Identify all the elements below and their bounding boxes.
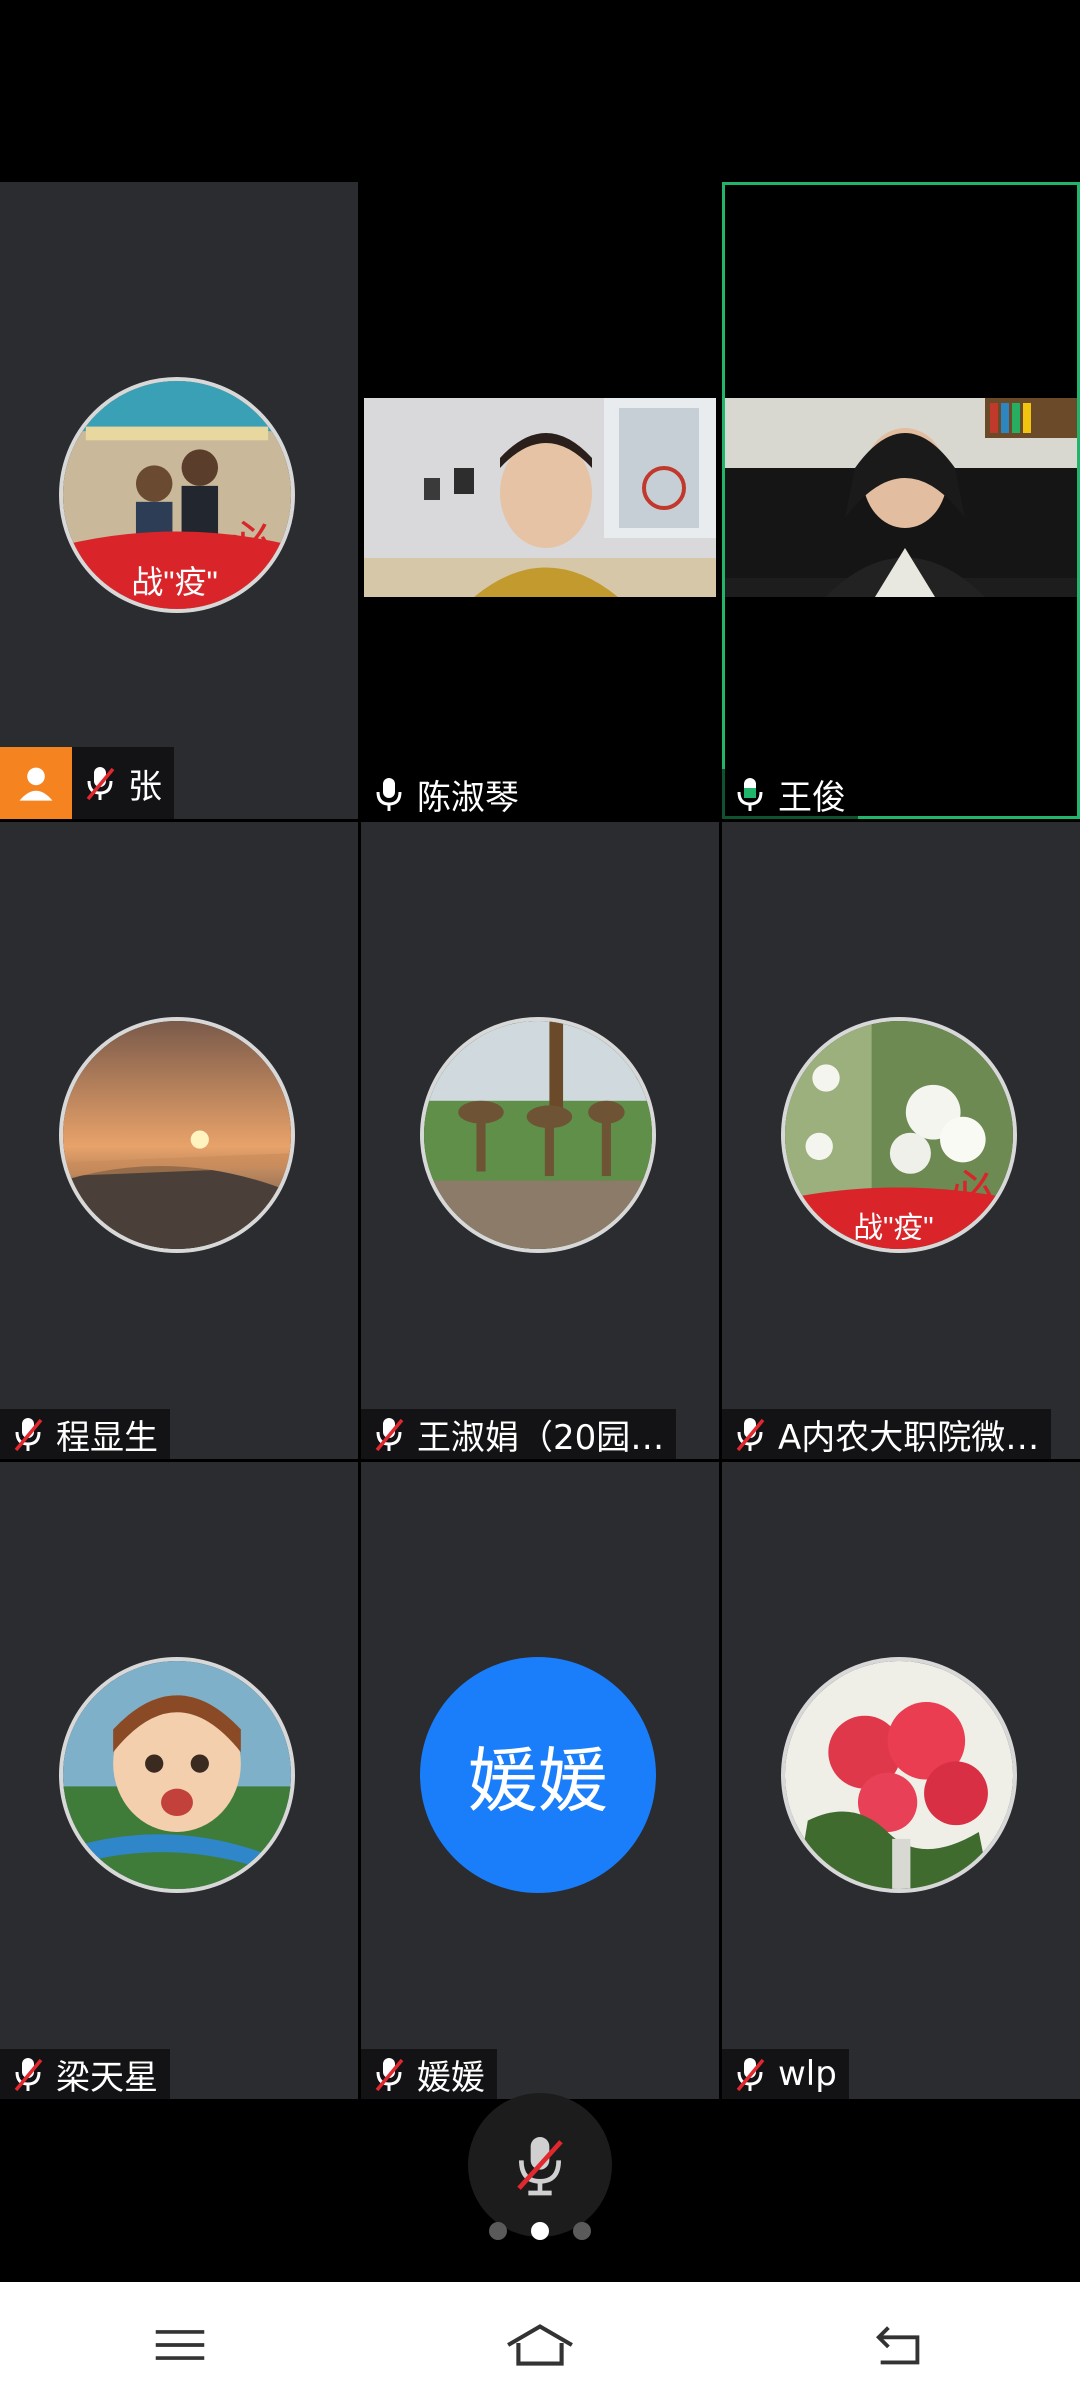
participant-avatar [59, 1017, 295, 1253]
back-button[interactable] [855, 2315, 945, 2375]
participant-name: 张 [128, 766, 162, 807]
participant-name: 陈淑琴 [417, 777, 519, 818]
participant-name-bar: 程显生 [0, 1409, 170, 1459]
page-dot[interactable] [489, 2222, 507, 2240]
participant-tile[interactable]: 陈淑琴 [361, 182, 719, 819]
participant-name: 媛媛 [417, 2057, 485, 2098]
participant-tile[interactable]: 梁天星 [0, 1462, 358, 2099]
svg-text:战"疫": 战"疫" [131, 564, 217, 600]
page-indicator [0, 2222, 1080, 2240]
participant-avatar: 战"疫" 必 [781, 1017, 1017, 1253]
mic-icon [376, 778, 402, 811]
mic-muted-icon [14, 2058, 43, 2092]
mic-muted-icon [86, 767, 115, 801]
participant-name-bar: wlp [722, 2049, 849, 2099]
participant-tile-active-speaker[interactable]: 王俊 [722, 182, 1080, 819]
participant-tile[interactable]: 王淑娟（20园… [361, 822, 719, 1459]
menu-button[interactable] [135, 2315, 225, 2375]
participant-tile[interactable]: 战"疫" 必 A内农大职院微… [722, 822, 1080, 1459]
mic-muted-icon [517, 2137, 563, 2196]
participant-grid: 战"疫" 必 张 陈淑琴 王俊 程显生 王淑娟（20园… 战"疫" 必 A内农大… [0, 0, 1080, 2100]
participant-tile[interactable]: 媛媛 媛媛 [361, 1462, 719, 2099]
back-icon [875, 2326, 920, 2365]
home-icon [507, 2324, 573, 2366]
participant-name-bar: 梁天星 [0, 2049, 170, 2099]
participant-name-bar: 张 [72, 747, 174, 819]
participant-name-bar: A内农大职院微… [722, 1409, 1052, 1459]
mic-muted-icon [375, 1418, 404, 1452]
participant-name: wlp [778, 2054, 837, 2094]
mic-speaking-icon [737, 778, 763, 811]
menu-icon [155, 2330, 205, 2360]
participant-name-bar: 王淑娟（20园… [361, 1409, 677, 1459]
participant-tile[interactable]: 战"疫" 必 张 [0, 182, 358, 819]
participant-avatar: 战"疫" 必 [59, 377, 295, 613]
svg-text:必: 必 [949, 1167, 995, 1218]
participant-video [725, 398, 1077, 597]
participant-name-bar: 陈淑琴 [361, 769, 531, 819]
host-badge [0, 747, 72, 819]
participant-tile[interactable]: 程显生 [0, 822, 358, 1459]
participant-avatar [781, 1657, 1017, 1893]
home-button[interactable] [495, 2315, 585, 2375]
participant-name-bar: 王俊 [722, 769, 858, 819]
participant-name: 王淑娟（20园… [417, 1417, 665, 1458]
participant-avatar [59, 1657, 295, 1893]
mic-muted-icon [375, 2058, 404, 2092]
participant-name: 梁天星 [56, 2057, 158, 2098]
svg-text:战"疫": 战"疫" [853, 1212, 933, 1245]
mic-muted-icon [14, 1418, 43, 1452]
participant-avatar [420, 1017, 656, 1253]
participant-video [364, 398, 716, 597]
page-dot-current[interactable] [531, 2222, 549, 2240]
self-mic-toggle-button[interactable] [468, 2093, 612, 2237]
page-dot[interactable] [573, 2222, 591, 2240]
mic-muted-icon [736, 1418, 765, 1452]
participant-name: 王俊 [778, 777, 846, 818]
svg-text:必: 必 [227, 518, 273, 569]
system-navigation-bar [0, 2282, 1080, 2408]
participant-name: 程显生 [56, 1417, 158, 1458]
participant-name: A内农大职院微… [778, 1417, 1040, 1458]
participant-tile[interactable]: wlp [722, 1462, 1080, 2099]
participant-name-bar: 媛媛 [361, 2049, 497, 2099]
host-icon [19, 767, 53, 801]
participant-text-avatar: 媛媛 [420, 1657, 656, 1893]
mic-muted-icon [736, 2058, 765, 2092]
